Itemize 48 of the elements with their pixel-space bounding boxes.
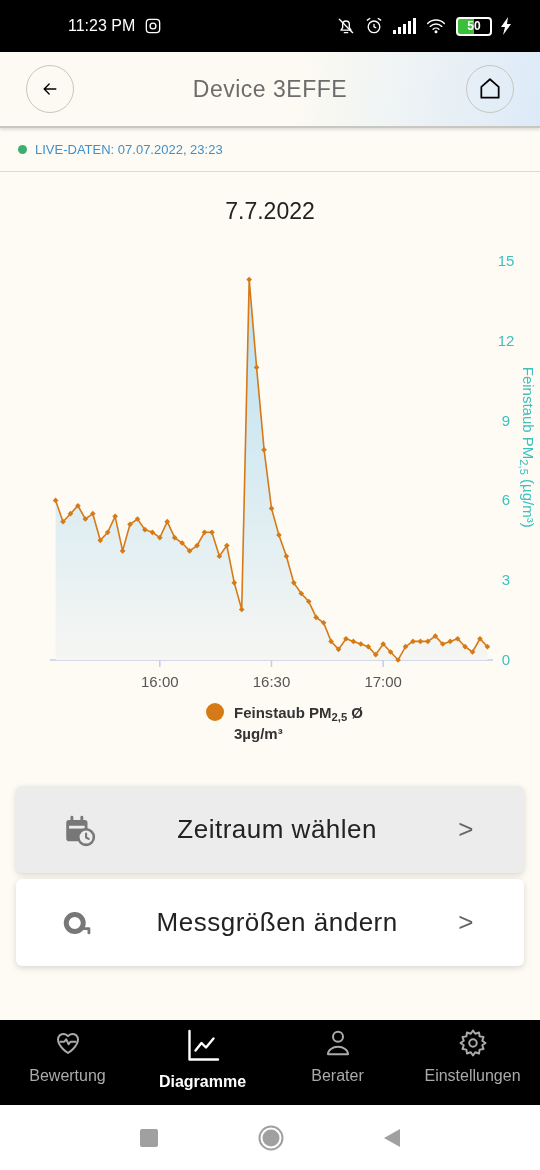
nav-tab[interactable]: Einstellungen (405, 1020, 540, 1105)
data-point (246, 276, 252, 283)
y-tick-label: 3 (501, 571, 511, 589)
data-point (276, 532, 282, 538)
data-point (261, 447, 267, 453)
signal-icon (392, 18, 416, 34)
y-tick-label: 12 (497, 331, 515, 349)
data-point (216, 553, 223, 560)
menu-row-button[interactable]: Messgrößen ändern > (16, 879, 524, 966)
legend-label: Feinstaub PM$_{2,5}$ Ø 3µg/m³ (234, 703, 364, 744)
data-point (238, 606, 245, 613)
data-point (112, 513, 118, 520)
live-data-label: LIVE-DATEN: 07.07.2022, 23:23 (35, 140, 223, 159)
y-tick-label: 0 (501, 651, 511, 668)
nav-tab[interactable]: Bewertung (0, 1020, 135, 1105)
screen-title: Device 3EFFE (192, 74, 348, 104)
status-time: 11:23 PM (68, 16, 136, 36)
data-point (164, 518, 171, 525)
data-point (395, 657, 401, 663)
x-tick-label: 16:30 (252, 673, 291, 690)
x-tick-label: 17:00 (364, 673, 402, 690)
data-point (283, 553, 290, 560)
charging-bolt-icon (500, 17, 512, 35)
settings-icon (457, 1028, 488, 1058)
alarm-icon (364, 16, 384, 36)
muted-bell-icon (336, 16, 356, 36)
wifi-icon (424, 16, 448, 36)
y-tick-label: 9 (501, 411, 511, 429)
nav-tab[interactable]: Berater (270, 1020, 405, 1105)
data-point (52, 497, 59, 504)
data-point (231, 580, 238, 586)
data-point (268, 505, 275, 512)
home-circle-icon[interactable] (258, 1124, 284, 1151)
data-point (119, 548, 126, 554)
chart-date-title: 7.7.2022 (224, 197, 316, 226)
recents-icon[interactable] (140, 1128, 158, 1147)
menu-row-button[interactable]: Zeitraum wählen > (16, 786, 524, 873)
y-tick-label: 6 (501, 491, 511, 509)
x-tick-label: 16:00 (141, 673, 179, 690)
data-point (380, 641, 386, 647)
data-point (253, 364, 260, 371)
back-triangle-icon[interactable] (384, 1128, 400, 1147)
nav-tab[interactable]: Diagramme (135, 1020, 270, 1105)
home-icon (477, 76, 503, 102)
data-point (224, 542, 230, 549)
data-point (387, 649, 394, 655)
data-point (291, 580, 297, 586)
y-tick-label: 15 (497, 252, 515, 269)
